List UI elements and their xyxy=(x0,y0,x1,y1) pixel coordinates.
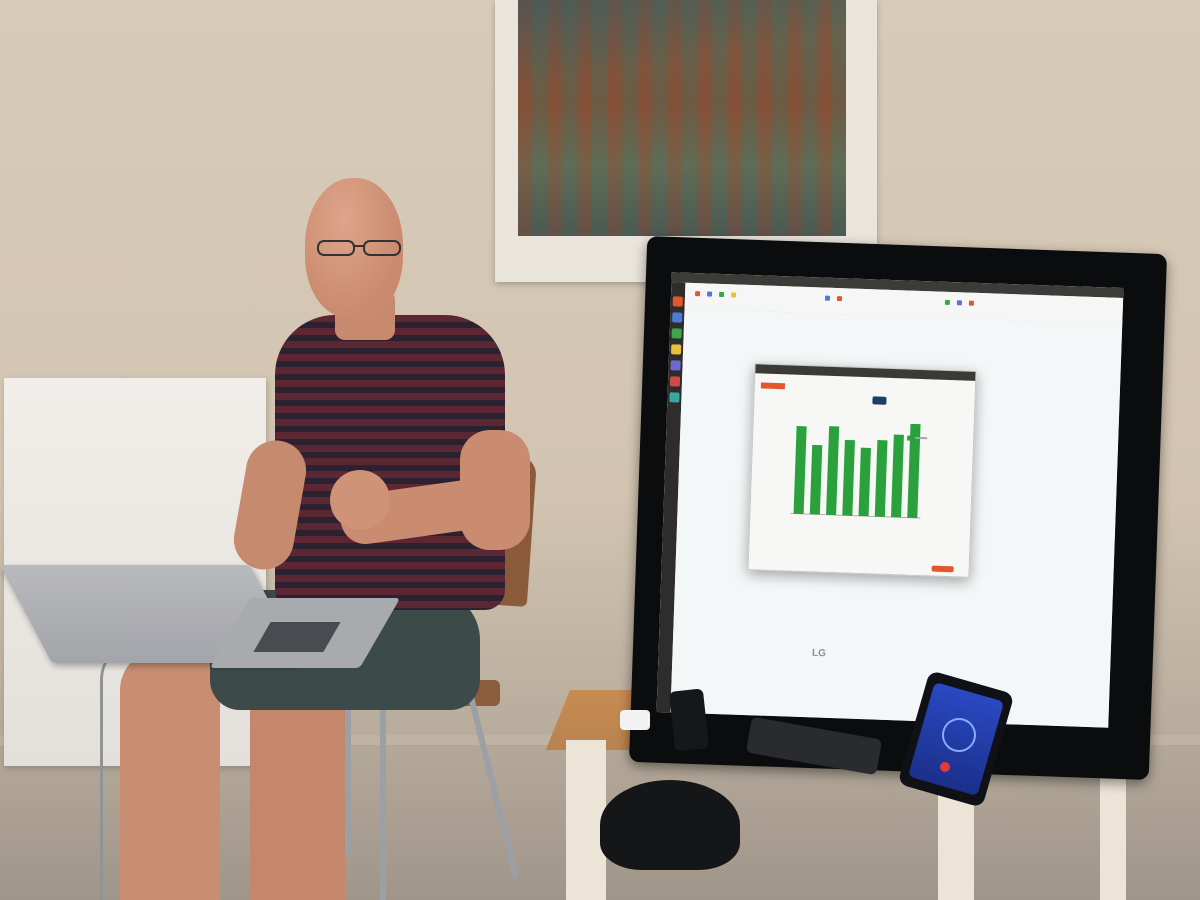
launcher-app-icon[interactable] xyxy=(669,392,680,403)
toolbar-icon[interactable] xyxy=(824,295,831,301)
usb-adapter xyxy=(620,710,650,730)
tooltip xyxy=(872,396,887,405)
hangup-icon xyxy=(940,762,950,772)
table-leg xyxy=(1100,760,1126,900)
toolbar-icon[interactable] xyxy=(968,300,975,306)
glasses-icon xyxy=(317,240,401,256)
toolbar-icon[interactable] xyxy=(956,300,963,306)
chart-bar xyxy=(809,444,823,515)
tv-screen xyxy=(656,272,1124,728)
launcher-app-icon[interactable] xyxy=(669,376,681,387)
launcher-app-icon[interactable] xyxy=(672,312,683,323)
person-hand xyxy=(330,470,390,530)
launcher-app-icon[interactable] xyxy=(671,328,682,339)
chart-bar xyxy=(874,440,888,517)
chart-bar xyxy=(842,439,855,516)
bar-chart xyxy=(790,423,921,519)
chart-bar xyxy=(793,425,807,514)
laptop-cable xyxy=(100,640,163,900)
painting-artwork xyxy=(518,0,846,236)
chair-leg xyxy=(380,705,386,900)
toolbar-icon[interactable] xyxy=(694,291,701,297)
legend-label xyxy=(915,436,928,440)
chart-dialog xyxy=(747,363,977,578)
table-leg xyxy=(938,790,974,900)
tv-brand-logo: LG xyxy=(811,647,827,660)
chart-bar xyxy=(826,426,840,516)
toolbar-icon[interactable] xyxy=(718,291,725,298)
dialog-red-button[interactable] xyxy=(760,382,786,390)
toolbar-icon[interactable] xyxy=(730,292,737,298)
dialog-ok-button[interactable] xyxy=(931,565,954,573)
toolbar-icon[interactable] xyxy=(944,299,951,305)
launcher-app-icon[interactable] xyxy=(670,344,682,355)
photo-scene: LG xyxy=(0,0,1200,900)
launcher-app-icon[interactable] xyxy=(672,296,683,307)
chair-leg xyxy=(345,705,351,855)
launcher-app-icon[interactable] xyxy=(670,360,681,371)
toolbar-icon[interactable] xyxy=(836,296,843,302)
chart-bar xyxy=(890,434,904,518)
legend-swatch xyxy=(907,435,913,441)
toolbar-icon[interactable] xyxy=(706,291,713,297)
remote-control xyxy=(668,688,710,752)
black-bag xyxy=(600,780,740,870)
chart-bar xyxy=(858,447,871,517)
